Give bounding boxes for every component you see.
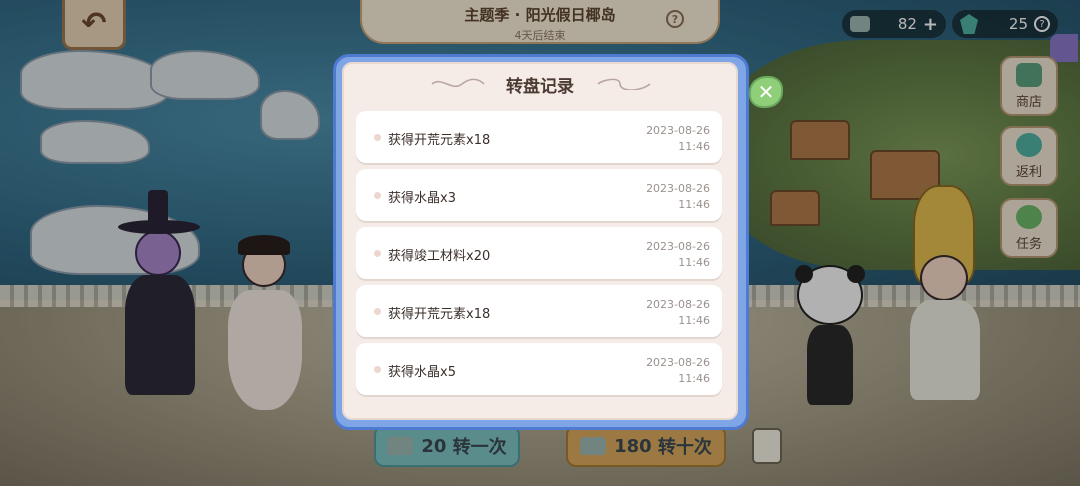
close-button[interactable]: ✕ [749, 76, 783, 108]
record-date: 2023-08-26 [646, 124, 710, 137]
record-time: 11:46 [678, 198, 710, 211]
bullet-dot-icon [374, 134, 381, 141]
record-text: 获得水晶x5 [388, 365, 456, 380]
record-item: 获得开荒元素x18 2023-08-26 11:46 [356, 285, 722, 337]
bullet-dot-icon [374, 308, 381, 315]
record-date: 2023-08-26 [646, 298, 710, 311]
record-text: 获得开荒元素x18 [388, 307, 491, 322]
record-time: 11:46 [678, 256, 710, 269]
record-time: 11:46 [678, 314, 710, 327]
record-text: 获得开荒元素x18 [388, 133, 491, 148]
record-timestamp: 2023-08-26 11:46 [646, 181, 710, 213]
record-item: 获得开荒元素x18 2023-08-26 11:46 [356, 111, 722, 163]
record-item: 获得竣工材料x20 2023-08-26 11:46 [356, 227, 722, 279]
close-icon: ✕ [757, 80, 775, 104]
record-text: 获得水晶x3 [388, 191, 456, 206]
record-timestamp: 2023-08-26 11:46 [646, 239, 710, 271]
bullet-dot-icon [374, 366, 381, 373]
record-date: 2023-08-26 [646, 356, 710, 369]
modal-title: 转盘记录 [506, 77, 574, 97]
record-time: 11:46 [678, 140, 710, 153]
record-date: 2023-08-26 [646, 240, 710, 253]
record-time: 11:46 [678, 372, 710, 385]
record-list[interactable]: 获得开荒元素x18 2023-08-26 11:46 获得水晶x3 2023-0… [356, 108, 724, 398]
record-item: 获得水晶x3 2023-08-26 11:46 [356, 169, 722, 221]
record-date: 2023-08-26 [646, 182, 710, 195]
bullet-dot-icon [374, 250, 381, 257]
record-timestamp: 2023-08-26 11:46 [646, 123, 710, 155]
bullet-dot-icon [374, 192, 381, 199]
record-timestamp: 2023-08-26 11:46 [646, 355, 710, 387]
record-text: 获得竣工材料x20 [388, 249, 491, 264]
record-timestamp: 2023-08-26 11:46 [646, 297, 710, 329]
record-item: 获得水晶x5 2023-08-26 11:46 [356, 343, 722, 395]
flourish-right-icon [596, 78, 652, 90]
